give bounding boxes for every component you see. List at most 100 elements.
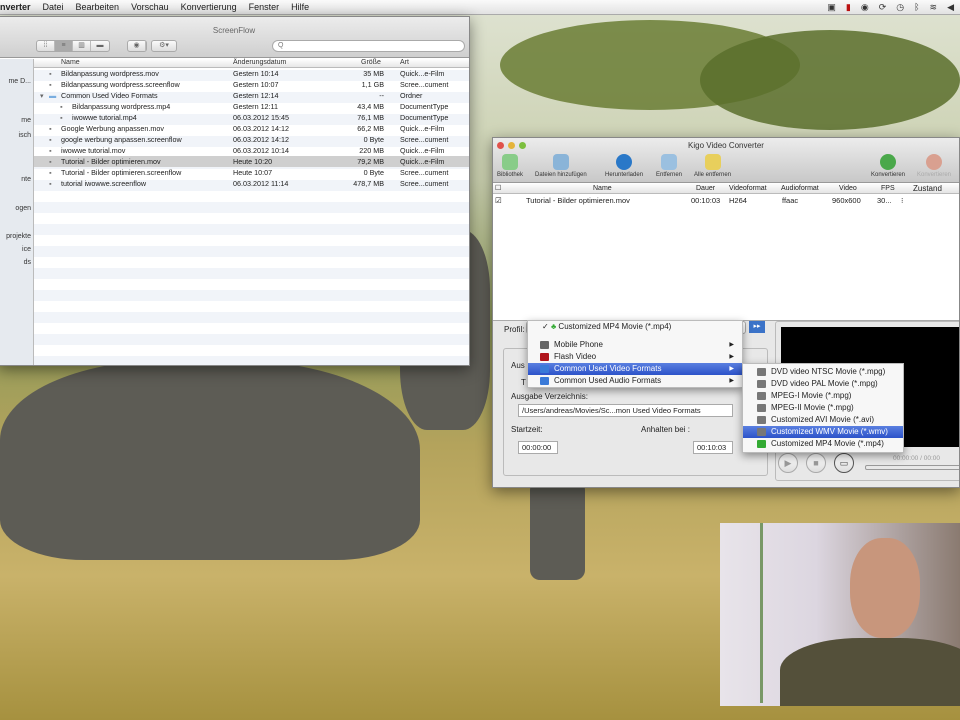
view-mode-selector[interactable]: ⁞⁞≡▥▬ xyxy=(36,40,110,52)
column-date[interactable]: Änderungsdatum xyxy=(233,59,286,66)
sidebar-item[interactable]: me D... xyxy=(8,78,31,85)
open-folder-button[interactable]: ▭ xyxy=(834,453,854,473)
sidebar-item[interactable]: ogen xyxy=(15,205,31,212)
sidebar-item[interactable]: nte xyxy=(21,176,31,183)
bluetooth-icon[interactable]: ᛒ xyxy=(914,2,919,13)
sidebar-item[interactable]: isch xyxy=(19,132,31,139)
remove-button[interactable]: Entfernen xyxy=(656,154,682,178)
remove-all-button[interactable]: Alle entfernen xyxy=(694,154,731,178)
column-size[interactable]: Größe xyxy=(361,59,381,66)
menu-item-current-profile[interactable]: ✓ ♣ Customized MP4 Movie (*.mp4) xyxy=(528,321,742,335)
menu-item-common-used-video-formats[interactable]: Common Used Video Formats▶ xyxy=(528,363,742,375)
column-videoformat[interactable]: Videoformat xyxy=(729,183,767,194)
download-button[interactable]: Herunterladen xyxy=(605,154,643,178)
menu-konvertierung[interactable]: Konvertierung xyxy=(181,2,237,12)
add-files-button[interactable]: Dateien hinzufügen xyxy=(535,154,587,178)
volume-icon[interactable]: ◀ xyxy=(947,2,954,13)
file-size: 0 Byte xyxy=(364,167,384,178)
file-row[interactable]: ▪tutorial iwowwe.screenflow06.03.2012 11… xyxy=(34,178,469,189)
mp4-icon: ♣ xyxy=(551,322,556,331)
progress-slider[interactable] xyxy=(865,465,960,470)
submenu-arrow-icon: ▶ xyxy=(729,351,734,363)
alert-icon[interactable]: ▮ xyxy=(846,2,851,13)
elephant xyxy=(0,360,420,560)
remove-icon xyxy=(661,154,677,170)
start-time-input[interactable]: 00:00:00 xyxy=(518,441,558,454)
stop-time-input[interactable]: 00:10:03 xyxy=(693,441,733,454)
search-input[interactable]: Q xyxy=(272,40,465,52)
menu-hilfe[interactable]: Hilfe xyxy=(291,2,309,12)
file-size: 66,2 MB xyxy=(357,123,384,134)
column-fps[interactable]: FPS xyxy=(881,183,895,194)
sidebar-item[interactable]: ds xyxy=(24,259,31,266)
wifi-icon[interactable]: ≋ xyxy=(930,2,938,13)
sidebar-item[interactable]: me xyxy=(21,117,31,124)
file-icon: ▪ xyxy=(49,68,52,79)
stop-button[interactable]: ■ xyxy=(806,453,826,473)
menu-item-common-used-audio-formats[interactable]: Common Used Audio Formats▶ xyxy=(528,375,742,387)
column-kind[interactable]: Art xyxy=(400,59,409,66)
format-item[interactable]: MPEG-I Movie (*.mpg) xyxy=(743,390,903,402)
column-name[interactable]: Name xyxy=(593,183,612,194)
screen-record-icon[interactable]: ▣ xyxy=(827,2,836,13)
file-kind: Quick...e-Film xyxy=(400,156,444,167)
file-row[interactable]: ▪Tutorial - Bilder optimieren.screenflow… xyxy=(34,167,469,178)
row-checkbox[interactable]: ☑ xyxy=(495,194,502,207)
column-name[interactable]: Name xyxy=(61,59,80,66)
window-title: ScreenFlow xyxy=(0,26,469,35)
clock-icon[interactable]: ◷ xyxy=(896,2,904,13)
folder-row[interactable]: ▾▬Common Used Video FormatsGestern 12:14… xyxy=(34,90,469,101)
queue-header: ☐ Name Dauer Videoformat Audioformat Vid… xyxy=(493,183,959,194)
file-row[interactable]: ▪Bildanpassung wordpress.screenflowGeste… xyxy=(34,79,469,90)
column-duration[interactable]: Dauer xyxy=(696,183,715,194)
format-item[interactable]: Customized MP4 Movie (*.mp4) xyxy=(743,438,903,450)
play-button[interactable]: ▶ xyxy=(778,453,798,473)
menu-item-flash-video[interactable]: Flash Video▶ xyxy=(528,351,742,363)
fps-stepper[interactable]: ⁝ xyxy=(901,194,903,207)
sync-icon[interactable]: ⟳ xyxy=(879,2,887,13)
menu-fenster[interactable]: Fenster xyxy=(249,2,280,12)
window-title: Kigo Video Converter xyxy=(493,141,959,150)
file-row[interactable]: ▪Tutorial - Bilder optimieren.movHeute 1… xyxy=(34,156,469,167)
queue-row[interactable]: ☑ Tutorial - Bilder optimieren.mov 00:10… xyxy=(493,194,959,207)
tree-canopy xyxy=(700,30,960,130)
disclosure-triangle-icon[interactable]: ▾ xyxy=(40,90,44,101)
sidebar-item[interactable]: projekte xyxy=(6,233,31,240)
file-row[interactable]: ▪Bildanpassung wordpress.mp4Gestern 12:1… xyxy=(34,101,469,112)
output-dir-input[interactable]: /Users/andreas/Movies/Sc...mon Used Vide… xyxy=(518,404,733,417)
eye-icon[interactable]: ◉ xyxy=(861,2,869,13)
convert-button[interactable]: Konvertieren xyxy=(871,154,905,178)
format-item[interactable]: DVD video NTSC Movie (*.mpg) xyxy=(743,366,903,378)
select-all-checkbox[interactable]: ☐ xyxy=(495,183,501,194)
convert-all-button[interactable]: Konvertieren xyxy=(917,154,951,178)
format-item[interactable]: Customized WMV Movie (*.wmv) xyxy=(743,426,903,438)
menu-vorschau[interactable]: Vorschau xyxy=(131,2,169,12)
action-menu-button[interactable]: ⚙▾ xyxy=(151,40,177,52)
file-size: 478,7 MB xyxy=(353,178,384,189)
format-item[interactable]: Customized AVI Movie (*.avi) xyxy=(743,414,903,426)
library-button[interactable]: Bibliothek xyxy=(497,154,523,178)
column-video[interactable]: Video xyxy=(839,183,857,194)
file-kind: Scree...cument xyxy=(400,167,448,178)
format-item[interactable]: DVD video PAL Movie (*.mpg) xyxy=(743,378,903,390)
convert-all-icon xyxy=(926,154,942,170)
profile-settings-button[interactable]: ▸▸ xyxy=(749,321,765,333)
file-row[interactable]: ▪google werbung anpassen.screenflow06.03… xyxy=(34,134,469,145)
file-row[interactable]: ▪Bildanpassung wordpress.movGestern 10:1… xyxy=(34,68,469,79)
category-icon xyxy=(540,377,549,385)
column-status[interactable]: Zustand xyxy=(913,183,942,194)
file-name: Bildanpassung wordpress.mp4 xyxy=(72,101,170,112)
format-item[interactable]: MPEG-II Movie (*.mpg) xyxy=(743,402,903,414)
file-row[interactable]: ▪iwowwe tutorial.mp406.03.2012 15:4576,1… xyxy=(34,112,469,123)
convert-icon xyxy=(880,154,896,170)
menu-item-mobile-phone[interactable]: Mobile Phone▶ xyxy=(528,339,742,351)
app-menu[interactable]: nverter xyxy=(0,2,31,12)
sidebar-item[interactable]: ice xyxy=(22,246,31,253)
menu-bearbeiten[interactable]: Bearbeiten xyxy=(76,2,120,12)
quicklook-button[interactable]: ◉ xyxy=(127,40,147,52)
file-date: Heute 10:20 xyxy=(233,156,272,167)
file-row[interactable]: ▪iwowwe tutorial.mov06.03.2012 10:14220 … xyxy=(34,145,469,156)
file-row[interactable]: ▪Google Werbung anpassen.mov06.03.2012 1… xyxy=(34,123,469,134)
column-audioformat[interactable]: Audioformat xyxy=(781,183,819,194)
menu-datei[interactable]: Datei xyxy=(43,2,64,12)
